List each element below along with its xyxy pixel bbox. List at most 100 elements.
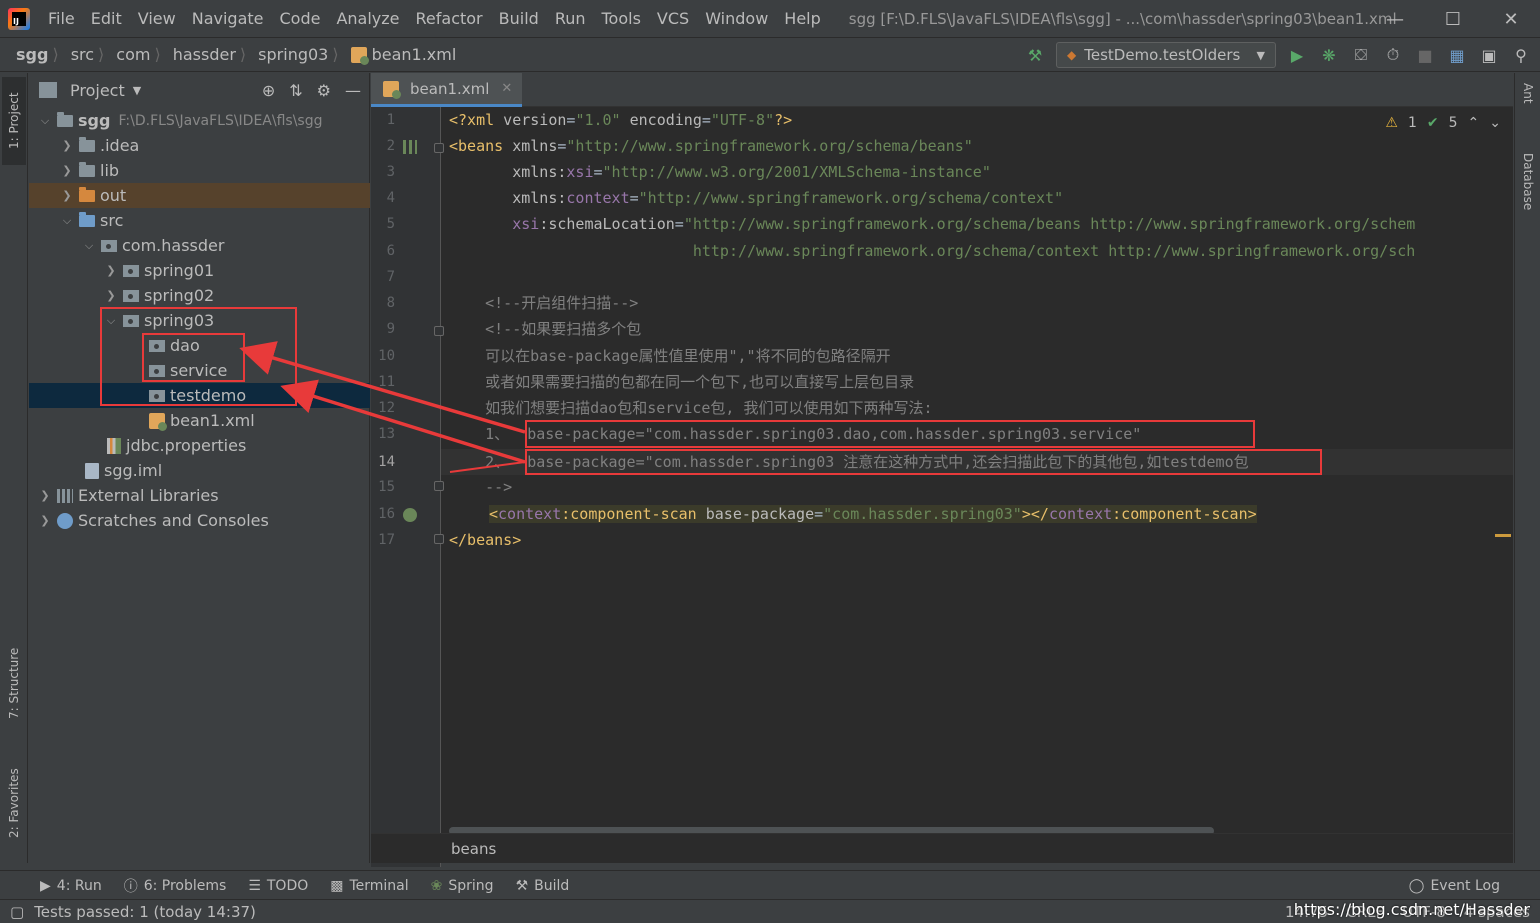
menu-build[interactable]: Build xyxy=(491,9,547,28)
debug-icon[interactable]: ❋ xyxy=(1318,44,1340,66)
menu-edit[interactable]: Edit xyxy=(83,9,130,28)
fold-marker-icon[interactable] xyxy=(434,534,444,544)
tree-item-bean1-xml[interactable]: bean1.xml xyxy=(29,408,370,433)
stop-icon[interactable]: ■ xyxy=(1414,44,1436,66)
code-line-5[interactable]: xsi:schemaLocation="http://www.springfra… xyxy=(449,211,1415,237)
code-line-11[interactable]: 或者如果需要扫描的包都在同一个包下,也可以直接写上层包目录 xyxy=(449,369,914,395)
chevron-down-icon[interactable]: ▼ xyxy=(133,84,141,97)
tree-item-testdemo[interactable]: testdemo xyxy=(29,383,370,408)
tree-item-idea[interactable]: ❯ .idea xyxy=(29,133,370,158)
tab-ant[interactable]: Ant xyxy=(1517,83,1539,133)
chevron-right-icon[interactable]: ❯ xyxy=(59,139,75,152)
layout-icon[interactable]: ▣ xyxy=(1478,44,1500,66)
tree-item-com-hassder[interactable]: ⌵ com.hassder xyxy=(29,233,370,258)
close-tab-icon[interactable]: ✕ xyxy=(501,81,512,96)
project-panel-title[interactable]: Project xyxy=(70,81,125,100)
code-line-17[interactable]: </beans> xyxy=(449,527,521,553)
fold-marker-icon[interactable] xyxy=(434,326,444,336)
menu-analyze[interactable]: Analyze xyxy=(328,9,407,28)
status-message[interactable]: Tests passed: 1 (today 14:37) xyxy=(34,903,256,921)
tree-item-spring02[interactable]: ❯ spring02 xyxy=(29,283,370,308)
chevron-right-icon[interactable]: ❯ xyxy=(103,289,119,302)
menu-help[interactable]: Help xyxy=(776,9,828,28)
chevron-down-icon[interactable]: ⌄ xyxy=(1489,115,1501,131)
tab-database[interactable]: Database xyxy=(1517,153,1539,243)
code-line-4[interactable]: xmlns:context="http://www.springframewor… xyxy=(449,185,1063,211)
gear-icon[interactable]: ⚙ xyxy=(317,81,331,100)
code-line-9[interactable]: <!--如果要扫描多个包 xyxy=(449,316,641,342)
tree-item-spring03[interactable]: ⌵ spring03 xyxy=(29,308,370,333)
minimize-icon[interactable]: — xyxy=(1366,0,1424,38)
code-line-14[interactable]: 2、 base-package="com.hassder.spring03 注意… xyxy=(449,449,1249,475)
chevron-right-icon[interactable]: ❯ xyxy=(37,489,53,502)
breadcrumb-bean1-xml[interactable]: bean1.xml xyxy=(339,45,461,65)
breadcrumb-com[interactable]: com xyxy=(104,45,154,64)
search-icon[interactable]: ⚲ xyxy=(1510,44,1532,66)
tool-window-toggle-icon[interactable]: ▢ xyxy=(10,903,24,921)
menu-vcs[interactable]: VCS xyxy=(649,9,697,28)
coverage-icon[interactable]: ⛋ xyxy=(1350,44,1372,66)
breadcrumb-hassder[interactable]: hassder xyxy=(161,45,240,64)
project-structure-icon[interactable]: ▦ xyxy=(1446,44,1468,66)
spring-scan-gutter-icon[interactable] xyxy=(403,508,417,522)
chevron-right-icon[interactable]: ❯ xyxy=(103,264,119,277)
locate-icon[interactable]: ⊕ xyxy=(262,81,275,100)
breadcrumb-sgg[interactable]: sgg xyxy=(0,45,52,64)
code-line-6[interactable]: http://www.springframework.org/schema/co… xyxy=(449,238,1415,264)
tree-item-external-libraries[interactable]: ❯ External Libraries xyxy=(29,483,370,508)
tool-problems[interactable]: ⓘ 6: Problems xyxy=(124,876,227,896)
run-icon[interactable]: ▶ xyxy=(1286,44,1308,66)
maximize-icon[interactable]: ☐ xyxy=(1424,0,1482,38)
tab-structure[interactable]: 7: Structure xyxy=(2,633,26,733)
menu-navigate[interactable]: Navigate xyxy=(184,9,272,28)
spring-bean-gutter-icon[interactable] xyxy=(403,140,417,154)
menu-tools[interactable]: Tools xyxy=(594,9,649,28)
chevron-down-icon[interactable]: ⌵ xyxy=(37,114,53,128)
tab-bean1-xml[interactable]: bean1.xml ✕ xyxy=(371,73,523,107)
tab-favorites[interactable]: 2: Favorites xyxy=(2,753,26,853)
code-line-12[interactable]: 如我们想要扫描dao包和service包, 我们可以使用如下两种写法: xyxy=(449,395,932,421)
hide-icon[interactable]: — xyxy=(345,81,361,100)
menu-run[interactable]: Run xyxy=(547,9,594,28)
chevron-up-icon[interactable]: ⌃ xyxy=(1468,115,1480,131)
code-line-1[interactable]: <?xml version="1.0" encoding="UTF-8"?> xyxy=(449,107,792,133)
tool-spring[interactable]: ❀ Spring xyxy=(431,878,494,894)
inspection-widget[interactable]: ⚠ 1 ✔ 5 ⌃ ⌄ xyxy=(1385,115,1501,131)
code-line-2[interactable]: <beans xmlns="http://www.springframework… xyxy=(449,133,973,159)
chevron-down-icon[interactable]: ⌵ xyxy=(81,239,97,253)
tab-project[interactable]: 1: Project xyxy=(2,77,26,165)
tree-item-sgg[interactable]: ⌵ sgg F:\D.FLS\JavaFLS\IDEA\fls\sgg xyxy=(29,108,370,133)
code-line-13[interactable]: 1、 base-package="com.hassder.spring03.da… xyxy=(449,421,1141,447)
tool-run[interactable]: ▶ 4: Run xyxy=(40,878,102,894)
tree-item-dao[interactable]: dao xyxy=(29,333,370,358)
chevron-right-icon[interactable]: ❯ xyxy=(59,189,75,202)
hammer-build-icon[interactable]: ⚒ xyxy=(1024,44,1046,66)
chevron-down-icon[interactable]: ⌵ xyxy=(59,214,75,228)
chevron-down-icon[interactable]: ⌵ xyxy=(103,314,119,328)
breadcrumb-src[interactable]: src xyxy=(59,45,98,64)
breadcrumb-spring03[interactable]: spring03 xyxy=(246,45,332,64)
run-configuration-select[interactable]: ◆ TestDemo.testOlders ▼ xyxy=(1056,42,1276,68)
close-window-icon[interactable]: ✕ xyxy=(1482,0,1540,38)
tree-item-src[interactable]: ⌵ src xyxy=(29,208,370,233)
fold-marker-icon[interactable] xyxy=(434,143,444,153)
tree-item-lib[interactable]: ❯ lib xyxy=(29,158,370,183)
chevron-right-icon[interactable]: ❯ xyxy=(59,164,75,177)
code-line-10[interactable]: 可以在base-package属性值里使用","将不同的包路径隔开 xyxy=(449,343,890,369)
menu-code[interactable]: Code xyxy=(272,9,329,28)
menu-file[interactable]: File xyxy=(40,9,83,28)
tool-terminal[interactable]: ▩ Terminal xyxy=(330,878,408,894)
menu-window[interactable]: Window xyxy=(697,9,776,28)
collapse-all-icon[interactable]: ⇅ xyxy=(289,81,302,100)
fold-marker-icon[interactable] xyxy=(434,481,444,491)
code-line-15[interactable]: --> xyxy=(449,474,512,500)
tree-item-spring01[interactable]: ❯ spring01 xyxy=(29,258,370,283)
profile-icon[interactable]: ⏱ xyxy=(1382,44,1404,66)
tree-item-sgg-iml[interactable]: sgg.iml xyxy=(29,458,370,483)
tree-item-scratches[interactable]: ❯ Scratches and Consoles xyxy=(29,508,370,533)
tool-event-log[interactable]: ◯ Event Log xyxy=(1409,871,1500,901)
chevron-right-icon[interactable]: ❯ xyxy=(37,514,53,527)
menu-refactor[interactable]: Refactor xyxy=(408,9,491,28)
tree-item-jdbc-properties[interactable]: jdbc.properties xyxy=(29,433,370,458)
breadcrumb-beans[interactable]: beans xyxy=(451,840,496,858)
